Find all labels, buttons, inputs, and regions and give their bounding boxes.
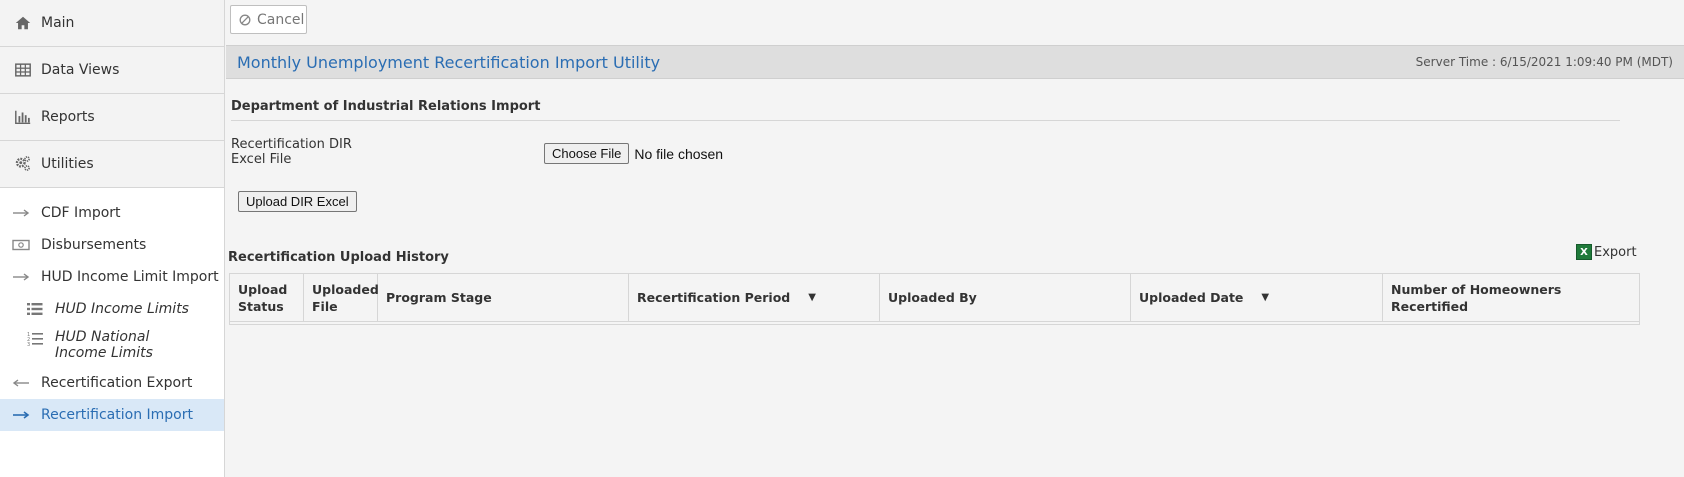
list-icon [25,302,45,316]
page-title-bar: Monthly Unemployment Recertification Imp… [226,45,1684,79]
sort-desc-icon[interactable]: ▼ [1261,289,1269,306]
sidebar-item-label: Recertification Export [41,375,193,391]
column-header-recertification-period[interactable]: Recertification Period ▼ [629,274,880,321]
sidebar-item-recertification-export[interactable]: Recertification Export [0,367,224,399]
export-label: Export [1594,244,1637,260]
gears-icon [13,154,33,174]
nav-utilities[interactable]: Utilities [0,141,224,188]
page-title: Monthly Unemployment Recertification Imp… [237,52,661,72]
file-field-label: Recertification DIR Excel File [231,137,352,167]
history-title: Recertification Upload History [228,250,449,265]
home-icon [13,13,33,33]
server-time: Server Time : 6/15/2021 1:09:40 PM (MDT) [1415,55,1673,69]
nav-data-views[interactable]: Data Views [0,47,224,94]
sort-desc-icon[interactable]: ▼ [808,289,816,306]
column-header-program-stage[interactable]: Program Stage [378,274,629,321]
bar-chart-icon [13,107,33,127]
sidebar-item-disbursements[interactable]: Disbursements [0,229,224,261]
sidebar-item-hud-national-income-limits[interactable]: 123 HUD National Income Limits [0,325,224,365]
arrow-right-icon [11,272,31,282]
svg-text:3: 3 [27,342,30,347]
upload-history-grid: Upload Status Uploaded File Program Stag… [229,273,1640,325]
column-header-upload-status[interactable]: Upload Status [230,274,304,321]
arrow-left-icon [11,378,31,388]
cancel-icon [239,14,251,25]
upload-dir-excel-button[interactable]: Upload DIR Excel [238,191,357,212]
sidebar-item-label: HUD Income Limit Import [41,269,219,285]
sidebar-item-recertification-import[interactable]: Recertification Import [0,399,224,431]
main-content: Cancel Monthly Unemployment Recertificat… [226,0,1684,477]
table-icon [13,60,33,80]
sidebar-item-hud-income-limit-import[interactable]: HUD Income Limit Import [0,261,224,293]
sidebar-item-label: CDF Import [41,205,121,221]
sidebar-item-label: Disbursements [41,237,147,253]
sidebar-item-cdf-import[interactable]: CDF Import [0,197,224,229]
section-title: Department of Industrial Relations Impor… [231,99,1620,121]
sidebar-item-label: Recertification Import [41,407,193,423]
nav-main[interactable]: Main [0,0,224,47]
nav-data-views-label: Data Views [41,62,120,78]
column-header-uploaded-date[interactable]: Uploaded Date ▼ [1131,274,1383,321]
arrow-right-icon [11,208,31,218]
nav-reports[interactable]: Reports [0,94,224,141]
money-icon [11,239,31,251]
nav-reports-label: Reports [41,109,95,125]
cancel-button-label: Cancel [257,11,305,28]
choose-file-button[interactable]: Choose File [544,143,630,164]
file-input[interactable]: Choose File No file chosen [544,143,723,164]
excel-icon: X [1576,244,1592,260]
column-header-homeowners-recertified[interactable]: Number of Homeowners Recertified [1383,274,1639,321]
sidebar: Main Data Views Reports Utilities CDF Im… [0,0,225,477]
nav-main-label: Main [41,15,75,31]
column-header-uploaded-file[interactable]: Uploaded File [304,274,379,321]
sidebar-item-label: HUD National Income Limits [55,329,153,361]
file-status: No file chosen [634,145,724,162]
sidebar-item-hud-income-limits[interactable]: HUD Income Limits [0,293,224,325]
column-header-uploaded-by[interactable]: Uploaded By [880,274,1131,321]
arrow-right-icon [11,410,31,420]
nav-utilities-label: Utilities [41,156,94,172]
grid-header: Upload Status Uploaded File Program Stag… [230,274,1639,322]
cancel-button[interactable]: Cancel [230,5,307,34]
export-button[interactable]: X Export [1576,244,1637,260]
sidebar-item-label: HUD Income Limits [55,301,189,317]
numbered-list-icon: 123 [25,331,45,347]
